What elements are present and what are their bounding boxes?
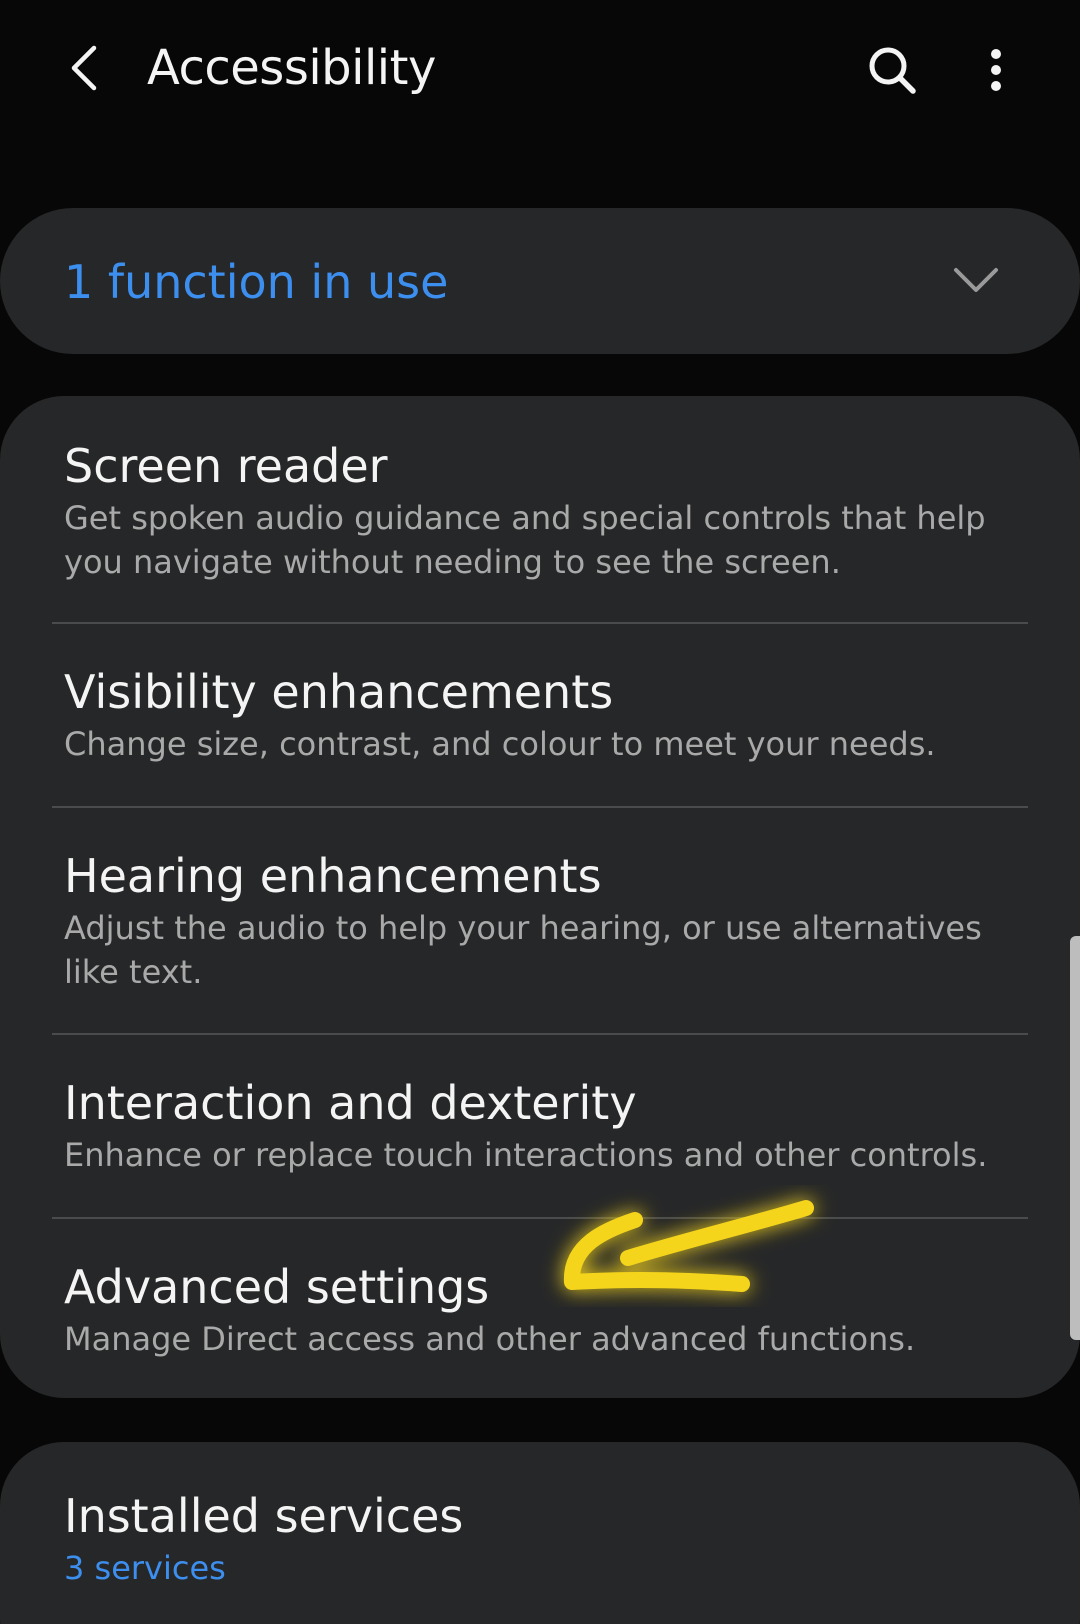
list-item-advanced-settings[interactable]: Advanced settings Manage Direct access a… — [0, 1219, 1080, 1398]
list-item-interaction-and-dexterity[interactable]: Interaction and dexterity Enhance or rep… — [0, 1035, 1080, 1217]
installed-services-item[interactable]: Installed services 3 services — [0, 1442, 1080, 1624]
list-item-visibility-enhancements[interactable]: Visibility enhancements Change size, con… — [0, 624, 1080, 806]
chevron-down-icon — [954, 268, 998, 292]
item-subtitle: Get spoken audio guidance and special co… — [64, 499, 986, 581]
installed-services-count: 3 services — [64, 1549, 226, 1587]
list-item-hearing-enhancements[interactable]: Hearing enhancements Adjust the audio to… — [0, 808, 1080, 1034]
item-subtitle: Manage Direct access and other advanced … — [64, 1320, 916, 1358]
item-title: Advanced settings — [64, 1260, 490, 1314]
item-title: Interaction and dexterity — [64, 1076, 637, 1130]
functions-in-use-card[interactable]: 1 function in use — [0, 208, 1080, 354]
item-title: Screen reader — [64, 439, 388, 493]
app-bar: Accessibility — [0, 0, 1080, 150]
more-vertical-icon — [991, 49, 1001, 91]
accessibility-screen: Accessibility 1 function in use Screen r… — [0, 0, 1080, 1624]
item-title: Visibility enhancements — [64, 665, 614, 719]
item-subtitle: Enhance or replace touch interactions an… — [64, 1136, 988, 1174]
more-options-button[interactable] — [962, 36, 1030, 104]
accessibility-categories-list: Screen reader Get spoken audio guidance … — [0, 396, 1080, 1398]
item-subtitle: Change size, contrast, and colour to mee… — [64, 725, 936, 763]
page-title: Accessibility — [147, 40, 436, 96]
item-title: Hearing enhancements — [64, 849, 602, 903]
search-button[interactable] — [858, 36, 926, 104]
search-icon — [869, 47, 916, 94]
scrollbar[interactable] — [1070, 936, 1080, 1340]
list-item-screen-reader[interactable]: Screen reader Get spoken audio guidance … — [0, 396, 1080, 622]
functions-in-use-label: 1 function in use — [64, 255, 449, 309]
chevron-left-icon — [71, 45, 97, 91]
item-subtitle: Adjust the audio to help your hearing, o… — [64, 909, 982, 991]
back-button[interactable] — [52, 36, 116, 100]
installed-services-title: Installed services — [64, 1489, 464, 1543]
